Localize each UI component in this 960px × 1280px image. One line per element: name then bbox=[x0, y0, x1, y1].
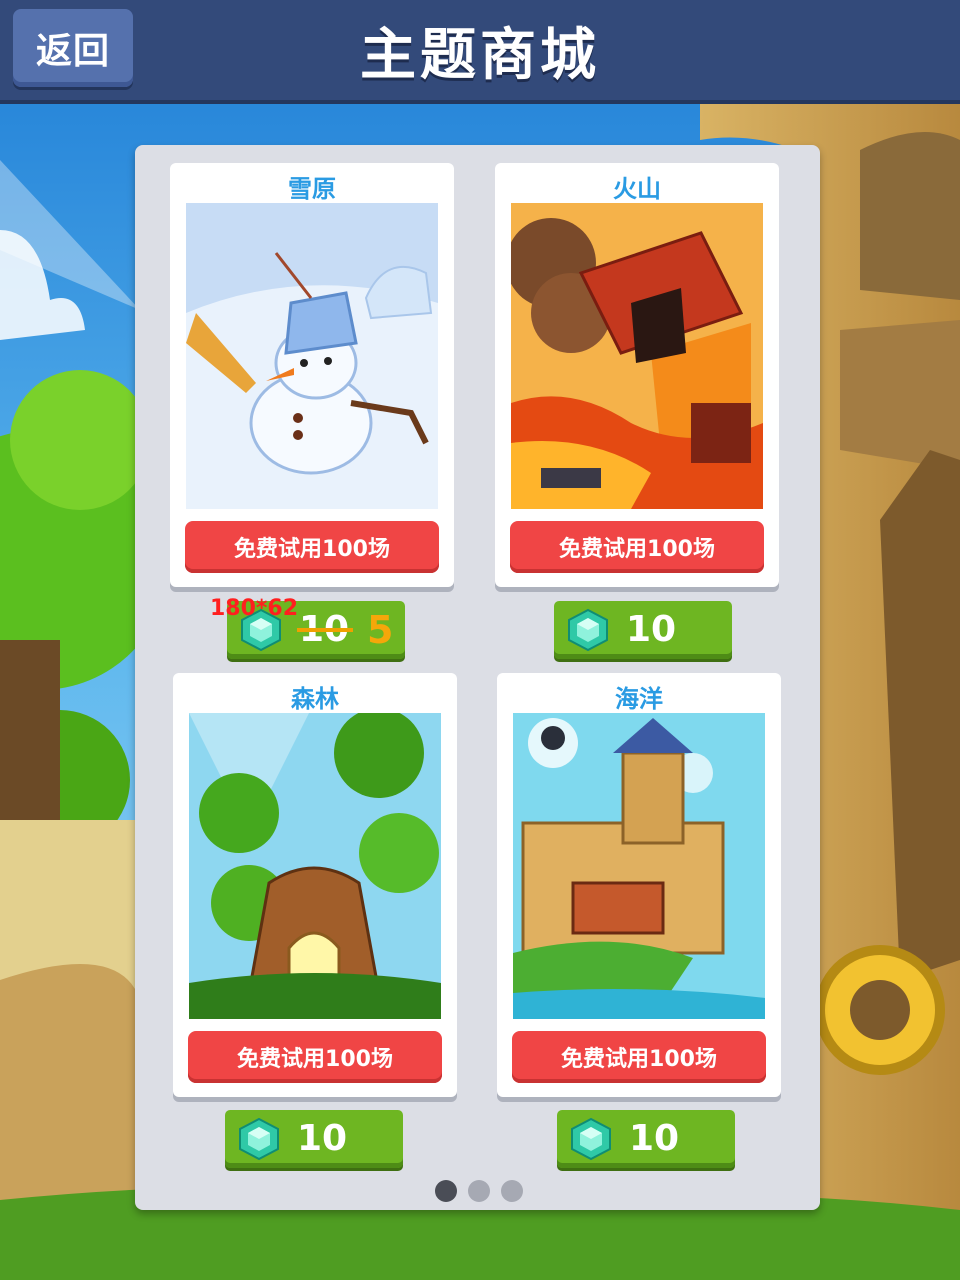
gem-icon bbox=[239, 1117, 279, 1161]
buy-button-volcano[interactable]: 10 bbox=[554, 601, 732, 659]
theme-name: 火山 bbox=[613, 175, 661, 203]
price-value: 10 bbox=[626, 609, 677, 650]
price-value: 10 bbox=[297, 1118, 348, 1159]
buy-button-forest[interactable]: 10 bbox=[225, 1110, 403, 1168]
theme-card-forest[interactable]: 森林 免费试用100场 bbox=[173, 673, 457, 1097]
theme-preview-ocean bbox=[513, 713, 765, 1019]
price-value: 10 bbox=[629, 1118, 680, 1159]
free-trial-button[interactable]: 免费试用100场 bbox=[185, 521, 439, 573]
gem-icon bbox=[571, 1117, 611, 1161]
gem-icon bbox=[568, 608, 608, 652]
header-bar bbox=[0, 0, 960, 100]
size-annotation: 180*62 bbox=[210, 596, 299, 621]
theme-preview-snow bbox=[186, 203, 438, 509]
free-trial-button[interactable]: 免费试用100场 bbox=[510, 521, 764, 573]
theme-name: 森林 bbox=[291, 685, 339, 713]
theme-name: 雪原 bbox=[288, 175, 336, 203]
theme-card-ocean[interactable]: 海洋 免费试用100场 bbox=[497, 673, 781, 1097]
buy-button-ocean[interactable]: 10 bbox=[557, 1110, 735, 1168]
theme-card-volcano[interactable]: 火山 免费试用100场 bbox=[495, 163, 779, 587]
back-button[interactable]: 返回 bbox=[13, 9, 133, 87]
theme-card-snow[interactable]: 雪原 免费试用100场 bbox=[170, 163, 454, 587]
free-trial-button[interactable]: 免费试用100场 bbox=[188, 1031, 442, 1083]
page-dot-3[interactable] bbox=[501, 1180, 523, 1202]
page-indicator bbox=[435, 1180, 523, 1202]
sale-price: 5 bbox=[367, 608, 394, 652]
page-dot-2[interactable] bbox=[468, 1180, 490, 1202]
price-strikethrough bbox=[297, 628, 353, 632]
theme-name: 海洋 bbox=[615, 685, 663, 713]
theme-preview-forest bbox=[189, 713, 441, 1019]
page-dot-1[interactable] bbox=[435, 1180, 457, 1202]
free-trial-button[interactable]: 免费试用100场 bbox=[512, 1031, 766, 1083]
theme-preview-volcano bbox=[511, 203, 763, 509]
